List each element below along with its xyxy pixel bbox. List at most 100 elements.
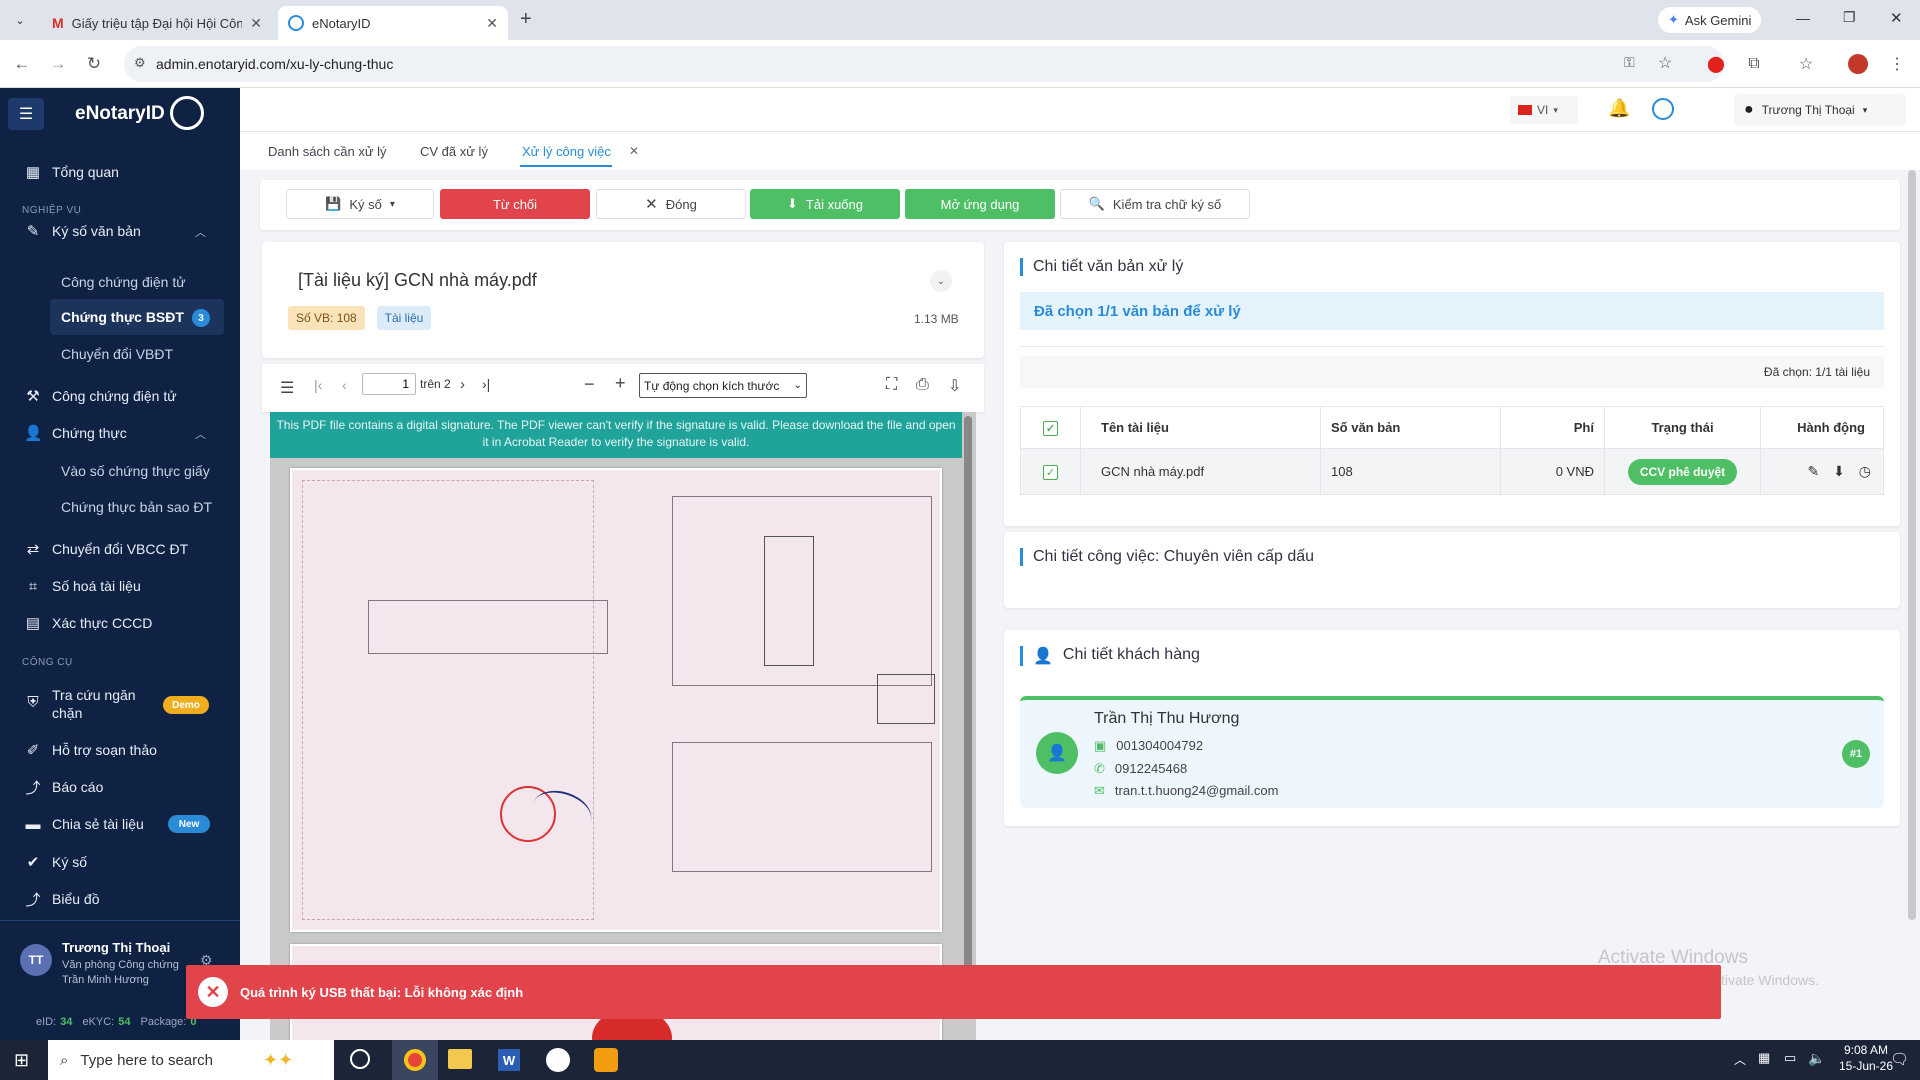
sidebar-item-tra-cuu[interactable]: ⛨ Tra cứu ngăn chặn [24, 686, 135, 726]
page-scrollbar[interactable] [1908, 170, 1916, 920]
edit-icon[interactable]: ✎ [1808, 463, 1820, 479]
last-page-icon[interactable]: ›| [482, 376, 490, 392]
close-window-icon[interactable]: ✕ [1890, 9, 1903, 27]
sidebar-item-ky-so-van-ban[interactable]: ✎ Ký số văn bản [24, 219, 141, 243]
row-checkbox[interactable]: ✓ [1043, 464, 1058, 480]
fullscreen-icon[interactable]: ⛶ [886, 376, 897, 394]
url-bar[interactable]: ⚙ admin.enotaryid.com/xu-ly-chung-thuc ⚿… [124, 46, 1724, 82]
sidebar-item-so-hoa[interactable]: ⌗ Số hoá tài liệu [24, 574, 141, 598]
sidebar-toggle-icon[interactable]: ☰ [280, 378, 294, 398]
pdf-scrollbar[interactable] [964, 416, 972, 976]
first-page-icon[interactable]: |‹ [314, 377, 322, 393]
customer-avatar-icon: 👤 [1036, 732, 1078, 774]
download-button[interactable]: ⬇ Tải xuống [750, 189, 900, 219]
history-clock-icon[interactable]: ◷ [1859, 463, 1871, 479]
volume-icon[interactable]: 🔈 [1808, 1050, 1825, 1067]
zoom-out-icon[interactable]: − [584, 374, 595, 395]
avatar[interactable]: TT [20, 944, 52, 976]
sidebar-subitem-cong-chung[interactable]: Công chứng điện tử [61, 274, 186, 290]
sidebar-subitem-chuyen-doi[interactable]: Chuyển đổi VBĐT [61, 346, 173, 362]
print-icon[interactable]: ⎙ [916, 376, 929, 394]
tab-search-icon[interactable]: ⌄ [10, 10, 30, 30]
page-number-input[interactable] [362, 373, 416, 395]
zoom-in-icon[interactable]: + [615, 373, 626, 394]
profile-avatar-icon[interactable] [1848, 54, 1868, 74]
save-icon: 💾 [325, 196, 342, 211]
zalo-icon[interactable] [546, 1048, 570, 1072]
close-tab-icon[interactable]: ✕ [629, 144, 639, 158]
site-info-icon[interactable]: ⚙ [134, 55, 146, 71]
bell-icon[interactable]: 🔔 [1608, 98, 1630, 119]
sidebar-subitem-ban-sao[interactable]: Chứng thực bản sao ĐT [61, 499, 212, 515]
close-tab-icon[interactable]: ✕ [486, 15, 498, 32]
ask-gemini-button[interactable]: ✦ Ask Gemini [1658, 7, 1762, 33]
sidebar-item-ho-tro[interactable]: ✐ Hỗ trợ soạn thảo [24, 738, 157, 762]
error-close-icon[interactable]: ✕ [198, 977, 228, 1007]
user-menu[interactable]: ● Trương Thị Thoại ▾ [1734, 94, 1906, 126]
task-view-icon[interactable] [350, 1049, 370, 1069]
sidebar-subitem-chung-thuc-bsdt[interactable]: Chứng thực BSĐT [61, 309, 184, 325]
sidebar-item-bieu-do[interactable]: ⤴ Biểu đồ [24, 887, 99, 911]
sidebar-item-overview[interactable]: ▦ Tổng quan [24, 160, 119, 184]
reload-icon[interactable]: ↻ [82, 52, 106, 76]
tab-danh-sach[interactable]: Danh sách cần xử lý [268, 144, 387, 159]
close-tab-icon[interactable]: ✕ [250, 15, 262, 32]
sidebar-item-cong-chung-dien-tu[interactable]: ⚒ Công chứng điện tử [24, 384, 176, 408]
word-icon[interactable]: W [498, 1049, 520, 1071]
verify-signature-button[interactable]: 🔍 Kiểm tra chữ ký số [1060, 189, 1250, 219]
zoom-select[interactable]: Tự động chọn kích thước ⌄ [639, 373, 807, 398]
bookmarks-icon[interactable]: ☆ [1794, 52, 1818, 76]
file-explorer-icon[interactable] [448, 1049, 472, 1069]
doc-type-badge: Tài liệu [376, 306, 432, 330]
chevron-down-icon[interactable]: ⌄ [930, 270, 952, 292]
document-sign-icon: ✎ [26, 223, 40, 240]
notification-icon[interactable]: 🗨 [1890, 1050, 1909, 1068]
pdf-viewer[interactable]: This PDF file contains a digital signatu… [270, 412, 976, 1040]
browser-tab-gmail[interactable]: M Giấy triệu tập Đại hội Hội Công ✕ [42, 6, 272, 40]
sidebar-item-bao-cao[interactable]: ⤴ Báo cáo [24, 775, 103, 799]
open-app-button[interactable]: Mở ứng dụng [905, 189, 1055, 219]
wifi-icon[interactable]: ▭ [1784, 1050, 1796, 1066]
taskbar-search[interactable]: ⌕ Type here to search ✦✦ [48, 1040, 334, 1080]
browser-tab-enotary[interactable]: eNotaryID ✕ [278, 6, 508, 40]
sidebar-item-chuyen-doi-vbcc[interactable]: ⇄ Chuyển đổi VBCC ĐT [24, 537, 188, 561]
new-tab-button[interactable]: + [520, 8, 532, 31]
tab-xu-ly-cong-viec[interactable]: Xử lý công việc [522, 144, 611, 159]
sidebar-item-ky-so[interactable]: ✔ Ký số [24, 850, 87, 874]
app-icon[interactable] [594, 1048, 618, 1072]
sign-button[interactable]: 💾 Ký số ▾ [286, 189, 434, 219]
minimize-icon[interactable]: — [1796, 10, 1810, 26]
tray-chevron-up-icon[interactable]: ︿ [1734, 1051, 1746, 1068]
clock[interactable]: 9:08 AM 15-Jun-26 [1834, 1043, 1898, 1073]
menu-toggle-icon[interactable]: ☰ [8, 98, 44, 130]
restore-icon[interactable]: ❐ [1843, 9, 1856, 26]
password-key-icon[interactable]: ⚿ [1624, 54, 1635, 71]
language-selector[interactable]: VI ▾ [1510, 96, 1578, 124]
forward-icon[interactable]: → [46, 52, 70, 76]
extensions-icon[interactable]: ⧉ [1742, 52, 1766, 76]
table-row[interactable]: ✓ GCN nhà máy.pdf 108 0 VNĐ CCV phê duyệ… [1020, 448, 1884, 495]
save-document-icon[interactable]: ⇩ [948, 376, 961, 396]
chevron-up-icon[interactable]: ︿ [195, 426, 206, 442]
windows-start-icon[interactable]: ⊞ [14, 1050, 29, 1071]
sidebar-item-chung-thuc[interactable]: 👤 Chứng thực [24, 421, 127, 445]
sidebar-subitem-vao-so[interactable]: Vào số chứng thực giấy [61, 463, 210, 479]
tab-cv-da-xu-ly[interactable]: CV đã xử lý [420, 144, 488, 159]
close-button[interactable]: ✕ Đóng [596, 189, 746, 219]
browser-menu-icon[interactable]: ⋮ [1885, 52, 1909, 76]
opera-extension-icon[interactable]: ⬤ [1704, 52, 1728, 76]
reject-button[interactable]: Từ chối [440, 189, 590, 219]
sidebar-item-chia-se[interactable]: ▬ Chia sẻ tài liệu [24, 812, 144, 836]
search-placeholder: Type here to search [80, 1051, 213, 1069]
sync-icon[interactable] [1652, 98, 1674, 120]
download-icon[interactable]: ⬇ [1833, 463, 1845, 479]
bookmark-star-icon[interactable]: ☆ [1658, 53, 1672, 73]
back-icon[interactable]: ← [10, 52, 34, 76]
chevron-up-icon[interactable]: ︿ [195, 224, 206, 240]
select-all-checkbox[interactable]: ✓ [1043, 420, 1058, 436]
chrome-taskbar-icon[interactable] [392, 1040, 438, 1080]
sidebar-item-xac-thuc[interactable]: ▤ Xác thực CCCD [24, 611, 153, 635]
network-icon[interactable]: ▦ [1758, 1050, 1770, 1066]
next-page-icon[interactable]: › [460, 376, 465, 393]
previous-page-icon[interactable]: ‹ [342, 377, 347, 393]
